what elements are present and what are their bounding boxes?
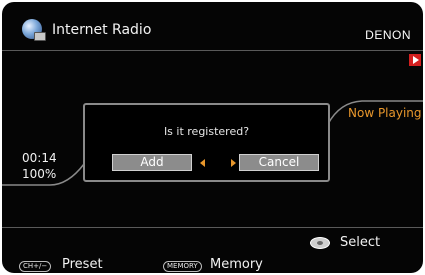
footer-divider	[2, 227, 423, 228]
select-dial-icon	[310, 237, 330, 249]
select-label: Select	[340, 235, 381, 250]
arrow-right-icon	[231, 159, 236, 167]
memory-label: Memory	[210, 257, 263, 272]
now-playing-label: Now Playing	[348, 106, 422, 120]
play-icon	[409, 54, 421, 66]
playback-status: 00:14 100%	[22, 150, 57, 182]
arrow-left-icon	[200, 159, 205, 167]
brand-logo: DENON	[365, 28, 411, 42]
add-button[interactable]: Add	[112, 154, 192, 171]
header-divider	[2, 50, 423, 51]
internet-radio-globe-icon	[22, 19, 46, 41]
cancel-button[interactable]: Cancel	[239, 154, 319, 171]
preset-label: Preset	[62, 257, 103, 272]
header: Internet Radio DENON	[2, 2, 423, 52]
app-title: Internet Radio	[52, 22, 152, 38]
ch-key-badge: CH+/−	[19, 261, 52, 272]
radio-screen: Internet Radio DENON Now Playing 00:14 1…	[2, 2, 423, 273]
register-dialog: Is it registered? Add Cancel	[83, 103, 330, 182]
memory-key-badge: MEMORY	[163, 261, 202, 272]
elapsed-time: 00:14	[22, 151, 57, 165]
buffer-percent: 100%	[22, 167, 57, 181]
dialog-prompt: Is it registered?	[163, 125, 250, 138]
